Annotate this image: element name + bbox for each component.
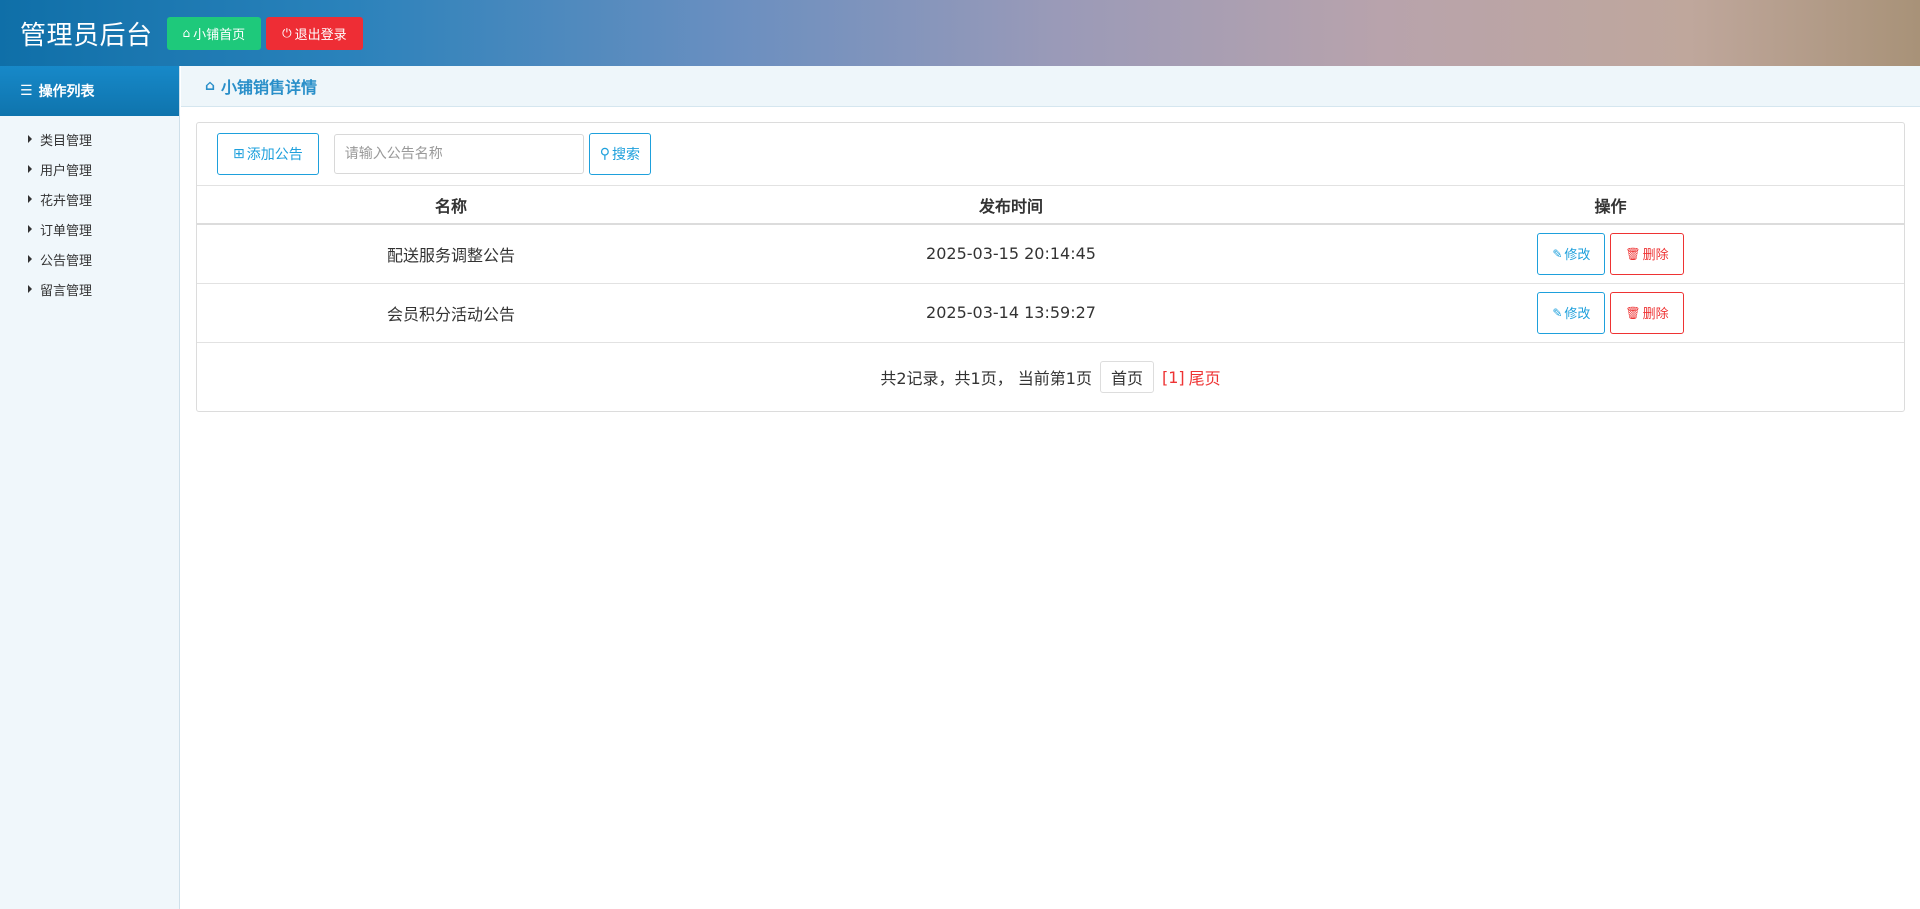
search-icon: ⚲ <box>599 146 610 162</box>
add-announcement-button[interactable]: ⊞ 添加公告 <box>217 133 319 175</box>
logout-button[interactable]: ⏻ 退出登录 <box>266 16 363 50</box>
edit-button[interactable]: ✎ 修改 <box>1537 232 1606 275</box>
sidebar-item-flowers[interactable]: 花卉管理 <box>0 184 179 214</box>
sidebar-item-label: 花卉管理 <box>40 193 93 209</box>
sidebar-menu: 类目管理 用户管理 花卉管理 订单管理 公告管理 留言管理 <box>0 116 179 304</box>
column-header-name: 名称 <box>197 186 705 225</box>
edit-label: 修改 <box>1564 248 1591 264</box>
edit-icon: ✎ <box>1552 246 1563 261</box>
table-row: 会员积分活动公告 2025-03-14 13:59:27 ✎ 修改 🗑 删除 <box>197 283 1904 343</box>
home-icon: ⌂ <box>182 26 191 40</box>
app-title: 管理员后台 <box>20 20 153 51</box>
plus-square-icon: ⊞ <box>233 146 245 162</box>
announcement-table: 名称 发布时间 操作 配送服务调整公告 2025-03-15 20:14:45 … <box>197 186 1904 343</box>
table-row: 配送服务调整公告 2025-03-15 20:14:45 ✎ 修改 🗑 删除 <box>197 224 1904 284</box>
delete-label: 删除 <box>1642 248 1669 264</box>
cell-name: 配送服务调整公告 <box>197 224 705 284</box>
search-input[interactable] <box>333 134 584 174</box>
edit-icon: ✎ <box>1552 305 1563 320</box>
power-icon: ⏻ <box>282 25 292 40</box>
breadcrumb: ⌂ 小铺销售详情 <box>181 66 1920 107</box>
table-header-row: 名称 发布时间 操作 <box>197 186 1904 225</box>
cell-ops: ✎ 修改 🗑 删除 <box>1317 283 1904 343</box>
caret-right-icon <box>28 135 32 143</box>
pagination: 共2记录，共1页， 当前第1页 首页 [1] 尾页 <box>197 343 1904 412</box>
content-panel: ⊞ 添加公告 ⚲ 搜索 名称 发布时间 操作 配送服务调整公告 2025-03 <box>196 122 1905 412</box>
edit-label: 修改 <box>1564 307 1591 322</box>
page-title: 小铺销售详情 <box>221 78 318 97</box>
delete-button[interactable]: 🗑 删除 <box>1610 291 1684 334</box>
sidebar-item-label: 类目管理 <box>40 133 93 149</box>
sidebar-item-label: 用户管理 <box>40 163 93 179</box>
sidebar-title: 操作列表 <box>38 84 95 100</box>
main-content: ⌂ 小铺销售详情 ⊞ 添加公告 ⚲ 搜索 名称 发布时间 操作 <box>181 66 1920 909</box>
cell-ops: ✎ 修改 🗑 删除 <box>1317 224 1904 284</box>
edit-button[interactable]: ✎ 修改 <box>1537 291 1606 334</box>
sidebar-item-users[interactable]: 用户管理 <box>0 154 179 184</box>
shop-home-label: 小铺首页 <box>193 27 246 43</box>
logout-label: 退出登录 <box>294 27 347 43</box>
sidebar-item-category[interactable]: 类目管理 <box>0 124 179 154</box>
cell-name: 会员积分活动公告 <box>197 283 705 343</box>
search-button[interactable]: ⚲ 搜索 <box>588 133 651 175</box>
column-header-ops: 操作 <box>1317 186 1904 225</box>
sidebar-item-label: 订单管理 <box>40 223 93 239</box>
sidebar-item-orders[interactable]: 订单管理 <box>0 214 179 244</box>
caret-right-icon <box>28 195 32 203</box>
sidebar-item-label: 公告管理 <box>40 253 93 269</box>
sidebar-item-messages[interactable]: 留言管理 <box>0 274 179 304</box>
list-icon: ☰ <box>20 83 33 99</box>
caret-right-icon <box>28 165 32 173</box>
home-icon: ⌂ <box>205 78 216 94</box>
search-label: 搜索 <box>612 147 640 163</box>
cell-time: 2025-03-14 13:59:27 <box>705 283 1317 343</box>
shop-home-button[interactable]: ⌂ 小铺首页 <box>166 16 262 50</box>
sidebar: ☰ 操作列表 类目管理 用户管理 花卉管理 订单管理 公告管理 留言管理 <box>0 66 180 909</box>
caret-right-icon <box>28 255 32 263</box>
current-page-link[interactable]: [1] <box>1162 368 1185 387</box>
toolbar: ⊞ 添加公告 ⚲ 搜索 <box>197 123 1904 186</box>
sidebar-item-label: 留言管理 <box>40 283 93 299</box>
column-header-time: 发布时间 <box>705 186 1317 225</box>
delete-button[interactable]: 🗑 删除 <box>1610 232 1684 275</box>
last-page-link[interactable]: 尾页 <box>1189 365 1221 389</box>
caret-right-icon <box>28 285 32 293</box>
cell-time: 2025-03-15 20:14:45 <box>705 224 1317 284</box>
first-page-button[interactable]: 首页 <box>1099 361 1154 393</box>
trash-icon: 🗑 <box>1625 305 1641 320</box>
caret-right-icon <box>28 225 32 233</box>
sidebar-header: ☰ 操作列表 <box>0 66 179 116</box>
delete-label: 删除 <box>1642 307 1669 322</box>
pagination-summary: 共2记录，共1页， 当前第1页 <box>880 369 1092 388</box>
add-announcement-label: 添加公告 <box>246 147 303 163</box>
sidebar-item-announcements[interactable]: 公告管理 <box>0 244 179 274</box>
top-header: 管理员后台 ⌂ 小铺首页 ⏻ 退出登录 <box>0 0 1920 66</box>
trash-icon: 🗑 <box>1625 246 1641 261</box>
